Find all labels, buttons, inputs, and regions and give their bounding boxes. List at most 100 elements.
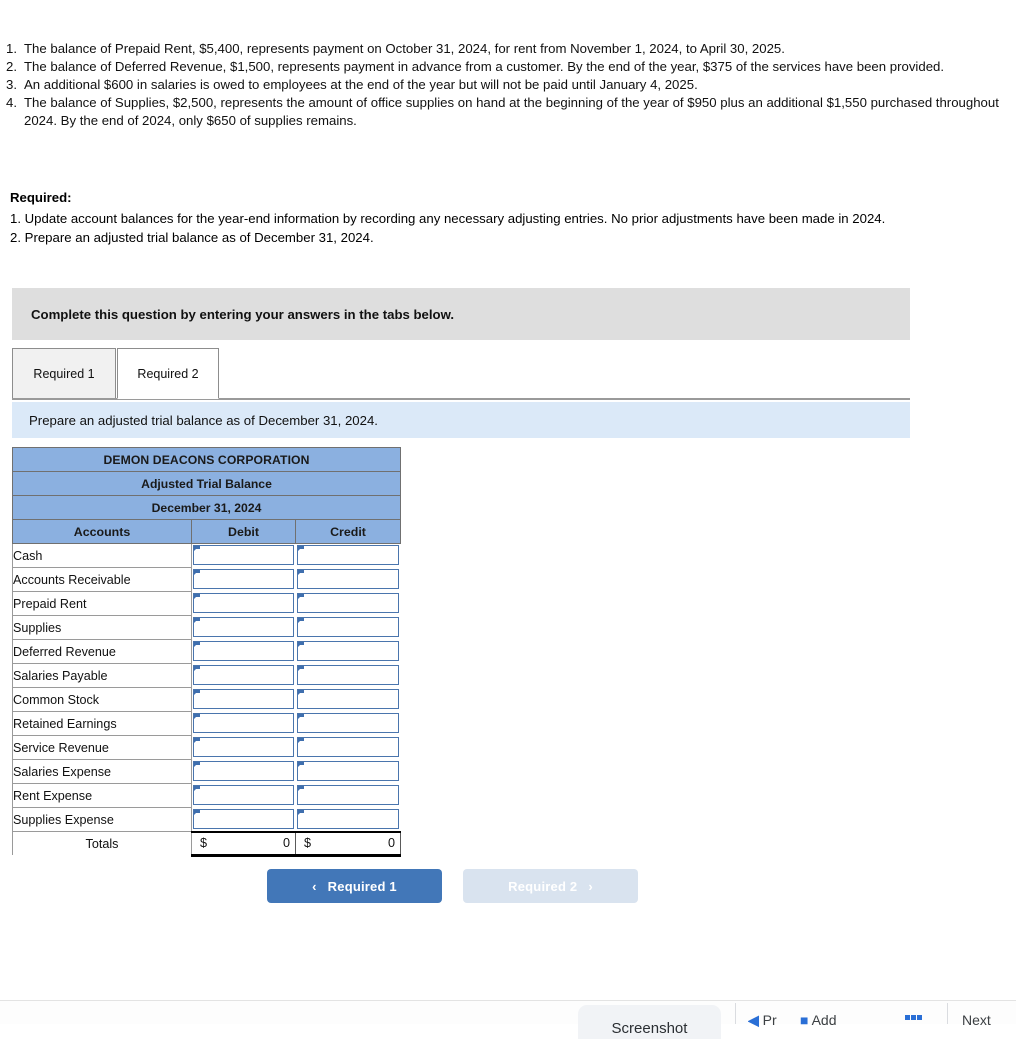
debit-input[interactable] (193, 641, 294, 661)
debit-input-cell[interactable] (191, 687, 296, 712)
cell-flag-bar-icon (194, 738, 200, 741)
column-header-credit: Credit (295, 519, 401, 544)
debit-input[interactable] (193, 617, 294, 637)
tab-label: Required 2 (137, 366, 199, 381)
cell-flag-bar-icon (298, 810, 304, 813)
credit-input-cell[interactable] (295, 807, 401, 832)
credit-input-cell[interactable] (295, 783, 401, 808)
debit-input-cell[interactable] (191, 567, 296, 592)
credit-input[interactable] (297, 593, 399, 613)
toolbar-item-next[interactable]: Next (962, 1012, 991, 1028)
table-row: Supplies Expense (12, 807, 401, 832)
fact-number: 1. (6, 41, 17, 56)
cell-flag-bar-icon (194, 618, 200, 621)
table-row: Retained Earnings (12, 711, 401, 736)
debit-input[interactable] (193, 593, 294, 613)
cell-flag-bar-icon (194, 642, 200, 645)
account-name-cell: Common Stock (12, 687, 192, 712)
account-name-cell: Salaries Payable (12, 663, 192, 688)
column-header-debit: Debit (191, 519, 296, 544)
table-row: Salaries Payable (12, 663, 401, 688)
credit-input-cell[interactable] (295, 639, 401, 664)
credit-input-cell[interactable] (295, 567, 401, 592)
credit-input-cell[interactable] (295, 711, 401, 736)
credit-input-cell[interactable] (295, 687, 401, 712)
cell-flag-bar-icon (194, 690, 200, 693)
debit-input-cell[interactable] (191, 615, 296, 640)
required-item-2: 2. Prepare an adjusted trial balance as … (10, 230, 374, 245)
totals-credit-value: 0 (387, 836, 395, 851)
debit-input[interactable] (193, 665, 294, 685)
account-name-cell: Retained Earnings (12, 711, 192, 736)
credit-input-cell[interactable] (295, 591, 401, 616)
debit-input[interactable] (193, 737, 294, 757)
required-item-1: 1. Update account balances for the year-… (10, 211, 886, 226)
fact-text: The balance of Prepaid Rent, $5,400, rep… (24, 41, 785, 56)
cell-flag-bar-icon (298, 666, 304, 669)
table-row: Accounts Receivable (12, 567, 401, 592)
prev-button-label: Required 1 (327, 878, 397, 894)
debit-input-cell[interactable] (191, 639, 296, 664)
debit-input-cell[interactable] (191, 807, 296, 832)
next-required-2-button[interactable]: Required 2 › (463, 869, 638, 903)
debit-input-cell[interactable] (191, 591, 296, 616)
debit-input-cell[interactable] (191, 711, 296, 736)
debit-input[interactable] (193, 569, 294, 589)
cell-flag-bar-icon (298, 618, 304, 621)
debit-input[interactable] (193, 809, 294, 829)
table-row: Common Stock (12, 687, 401, 712)
statement-date-cell: December 31, 2024 (12, 495, 401, 520)
table-title-row: DEMON DEACONS CORPORATION (12, 447, 401, 472)
table-date-row: December 31, 2024 (12, 495, 401, 520)
debit-input[interactable] (193, 761, 294, 781)
toolbar-item-add[interactable]: ■ Add (800, 1012, 837, 1028)
fact-number: 4. (6, 95, 17, 110)
credit-input[interactable] (297, 617, 399, 637)
credit-input[interactable] (297, 545, 399, 565)
debit-input[interactable] (193, 689, 294, 709)
screenshot-button[interactable]: Screenshot (578, 1005, 721, 1039)
credit-input-cell[interactable] (295, 759, 401, 784)
debit-input[interactable] (193, 785, 294, 805)
list-item: 1. The balance of Prepaid Rent, $5,400, … (0, 40, 1000, 58)
cell-flag-bar-icon (298, 594, 304, 597)
adjusted-trial-balance-table: DEMON DEACONS CORPORATION Adjusted Trial… (12, 447, 401, 857)
credit-input-cell[interactable] (295, 735, 401, 760)
debit-input[interactable] (193, 545, 294, 565)
credit-input[interactable] (297, 761, 399, 781)
screenshot-label: Screenshot (611, 1020, 688, 1037)
account-name-cell: Supplies Expense (12, 807, 192, 832)
cell-flag-bar-icon (298, 570, 304, 573)
debit-input-cell[interactable] (191, 543, 296, 568)
toolbar-icon: ◀ (748, 1012, 759, 1028)
credit-input-cell[interactable] (295, 543, 401, 568)
debit-input-cell[interactable] (191, 759, 296, 784)
table-column-header-row: Accounts Debit Credit (12, 519, 401, 544)
totals-debit-symbol: $ (200, 836, 208, 851)
company-name-cell: DEMON DEACONS CORPORATION (12, 447, 401, 472)
debit-input-cell[interactable] (191, 783, 296, 808)
credit-input[interactable] (297, 689, 399, 709)
credit-input[interactable] (297, 737, 399, 757)
prev-required-1-button[interactable]: ‹ Required 1 (267, 869, 442, 903)
credit-input[interactable] (297, 641, 399, 661)
credit-input[interactable] (297, 569, 399, 589)
cell-flag-bar-icon (194, 786, 200, 789)
credit-input[interactable] (297, 713, 399, 733)
required-section: Required: 1. Update account balances for… (10, 188, 980, 247)
debit-input-cell[interactable] (191, 735, 296, 760)
credit-input[interactable] (297, 809, 399, 829)
credit-input[interactable] (297, 785, 399, 805)
debit-input[interactable] (193, 713, 294, 733)
cell-flag-bar-icon (298, 738, 304, 741)
toolbar-item-pr[interactable]: ◀ Pr (748, 1012, 777, 1028)
tab-required-2[interactable]: Required 2 (117, 348, 219, 399)
credit-input[interactable] (297, 665, 399, 685)
cell-flag-bar-icon (194, 666, 200, 669)
debit-input-cell[interactable] (191, 663, 296, 688)
credit-input-cell[interactable] (295, 663, 401, 688)
tab-required-1[interactable]: Required 1 (12, 348, 116, 399)
credit-input-cell[interactable] (295, 615, 401, 640)
cell-flag-bar-icon (194, 570, 200, 573)
table-row: Prepaid Rent (12, 591, 401, 616)
